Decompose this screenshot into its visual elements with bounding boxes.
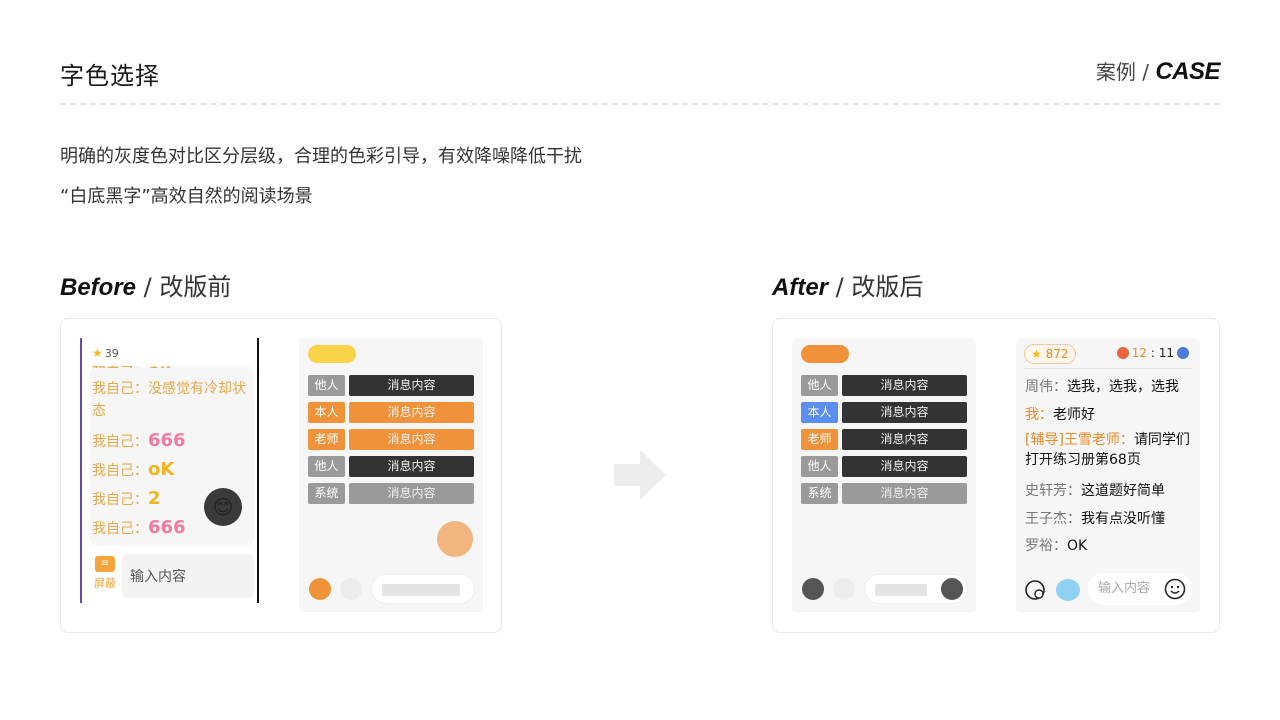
wireframe-row: 他人 消息内容: [308, 456, 474, 477]
wireframe-row: 他人 消息内容: [801, 456, 967, 477]
before-title-cn: / 改版前: [136, 273, 232, 301]
chat-message: 王子杰：我有点没听懂: [1025, 511, 1165, 527]
after-title-cn: / 改版后: [828, 273, 924, 301]
description-line-1: 明确的灰度色对比区分层级，合理的色彩引导，有效降噪降低干扰: [60, 146, 582, 167]
phone-top-bar: ★ 39: [82, 338, 257, 366]
robot-avatar-icon[interactable]: [1056, 579, 1080, 601]
after-wireframe: 他人 消息内容 本人 消息内容 老师 消息内容 他人 消息内容 系统 消息内容: [792, 338, 976, 612]
wireframe-row: 他人 消息内容: [308, 375, 474, 396]
dark-dot: [941, 578, 963, 600]
dark-dot: [802, 578, 824, 600]
chat-message: [辅导]王雪老师：请同学们打开练习册第68页: [1025, 432, 1190, 468]
header-divider: [1024, 368, 1192, 369]
page-title: 字色选择: [60, 62, 160, 90]
chat-message: 我自己：没感觉有冷却状态: [92, 381, 246, 419]
chat-input[interactable]: 输入内容: [122, 554, 254, 598]
wireframe-input: [371, 574, 475, 604]
smiley-icon[interactable]: [1164, 578, 1186, 600]
wireframe-row: 系统 消息内容: [308, 483, 474, 504]
before-title: Before / 改版前: [60, 267, 231, 302]
chat-message: 我自己：oK: [92, 459, 175, 480]
gray-dot: [833, 578, 855, 600]
dashed-divider: [60, 103, 1220, 105]
after-phone-screenshot: ★ 872 12 : 11 周伟：选我，选我，选我 我：老师好 [辅导]王雪老师…: [1016, 338, 1200, 612]
description-line-2: “白底黑字”高效自然的阅读场景: [60, 186, 313, 207]
shield-button[interactable]: ≡ 屏蔽: [94, 556, 116, 596]
wireframe-row: 老师 消息内容: [801, 429, 967, 450]
wireframe-input: [864, 574, 968, 604]
wireframe-row: 老师 消息内容: [308, 429, 474, 450]
chat-message: 我：老师好: [1025, 407, 1095, 423]
chat-message: 罗裕：OK: [1025, 538, 1088, 554]
star-icon: ★: [92, 346, 103, 360]
wireframe-bottom-bar: [800, 574, 968, 604]
wireframe-bottom-bar: [307, 574, 475, 604]
before-wireframe: 他人 消息内容 本人 消息内容 老师 消息内容 他人 消息内容 系统 消息内容: [299, 338, 483, 612]
blue-avatar-icon: [1177, 347, 1189, 359]
orange-dot: [309, 578, 331, 600]
message-icon: ≡: [95, 556, 115, 572]
score-badge: ★ 872: [1024, 344, 1076, 364]
before-title-en: Before: [60, 274, 137, 301]
emoji-face-icon[interactable]: 😊: [204, 488, 242, 526]
case-label: 案例 / CASE: [1095, 56, 1221, 86]
wireframe-row: 本人 消息内容: [308, 402, 474, 423]
gray-dot: [340, 578, 362, 600]
chat-message: 史轩芳：这道题好简单: [1025, 483, 1165, 499]
after-header: ★ 872 12 : 11: [1024, 344, 1192, 366]
yellow-pill: [308, 345, 356, 363]
arrow-right-icon: [614, 450, 666, 500]
before-input-bar: ≡ 屏蔽 输入内容: [82, 550, 257, 603]
before-phone-screenshot: 我自己：OK 我自己：没感觉有冷却状态 我自己：666 我自己：oK 我自己：2…: [80, 338, 259, 603]
after-title-en: After: [772, 274, 829, 301]
chat-message: 我自己：666: [92, 517, 186, 538]
wireframe-row: 系统 消息内容: [801, 483, 967, 504]
case-en: CASE: [1155, 58, 1220, 85]
wireframe-row: 本人 消息内容: [801, 402, 967, 423]
red-avatar-icon: [1116, 347, 1129, 359]
wireframe-row: 他人 消息内容: [801, 375, 967, 396]
floating-circle: [437, 521, 473, 557]
after-title: After / 改版后: [772, 267, 923, 302]
after-input-bar: 输入内容: [1024, 573, 1194, 605]
chat-bubble-icon[interactable]: [1024, 579, 1046, 601]
chat-message: 我自己：2: [92, 488, 161, 509]
chat-message: 周伟：选我，选我，选我: [1025, 379, 1179, 395]
star-badge: ★ 39: [92, 346, 119, 360]
timer: 12 : 11: [1114, 346, 1192, 360]
case-cn: 案例 /: [1095, 60, 1156, 84]
orange-pill: [801, 345, 849, 363]
chat-message: 我自己：666: [92, 430, 186, 451]
star-icon: ★: [1031, 347, 1042, 361]
